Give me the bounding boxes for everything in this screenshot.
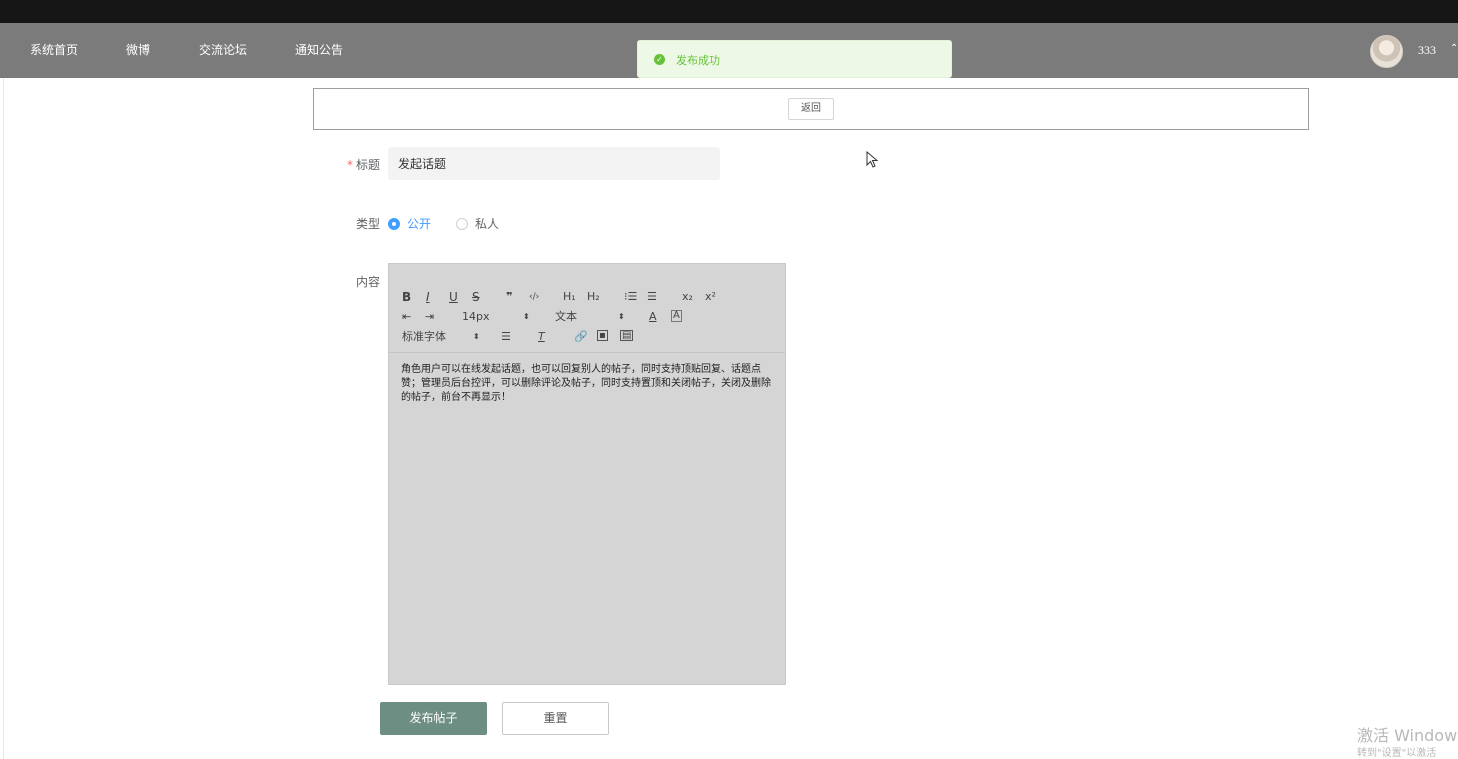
- content-label: 内容: [355, 275, 380, 289]
- outdent-icon[interactable]: ⇤: [402, 310, 411, 324]
- block-type-select[interactable]: 文本: [555, 310, 577, 324]
- activation-watermark-title: 激活 Window: [1357, 726, 1458, 745]
- back-button[interactable]: 返回: [788, 98, 834, 120]
- radio-private[interactable]: 私人: [456, 215, 500, 231]
- bullet-list-icon[interactable]: ☰: [647, 290, 657, 304]
- type-label: 类型: [355, 217, 380, 231]
- nav-item-notice[interactable]: 通知公告: [295, 41, 343, 58]
- page-left-border: [3, 78, 4, 759]
- subscript-icon[interactable]: x₂: [682, 290, 693, 304]
- check-circle-icon: ✓: [654, 54, 665, 65]
- nav-item-forum[interactable]: 交流论坛: [199, 41, 247, 58]
- radio-public[interactable]: 公开: [388, 215, 432, 231]
- font-color-icon[interactable]: A: [649, 310, 657, 324]
- title-label-text: 标题: [355, 158, 380, 172]
- video-icon[interactable]: ▤: [620, 330, 634, 341]
- chevron-up-icon[interactable]: ⌃: [1450, 43, 1458, 54]
- code-block-icon[interactable]: ‹/›: [529, 290, 539, 304]
- toast-message: 发布成功: [676, 54, 720, 67]
- align-icon[interactable]: ☰: [501, 330, 511, 344]
- blockquote-icon[interactable]: ❞: [506, 290, 512, 304]
- font-size-chevron-icon: ⬍: [523, 312, 530, 321]
- header-1-icon[interactable]: H₁: [563, 290, 576, 304]
- radio-public-label: 公开: [407, 217, 432, 231]
- ordered-list-icon[interactable]: ⁝☰: [624, 290, 637, 304]
- header-2-icon[interactable]: H₂: [587, 290, 600, 304]
- avatar[interactable]: [1370, 35, 1403, 68]
- rich-text-editor[interactable]: B I U S̶ ❞ ‹/› H₁ H₂ ⁝☰ ☰ x₂ x² ⇤ ⇥ 14px…: [388, 263, 786, 685]
- font-family-select[interactable]: 标准字体: [402, 330, 446, 344]
- font-size-value: 14px: [462, 310, 490, 323]
- radio-checked-icon: [388, 218, 400, 230]
- background-color-icon[interactable]: A: [671, 310, 682, 322]
- nav-item-weibo[interactable]: 微博: [126, 41, 150, 58]
- font-family-value: 标准字体: [402, 330, 446, 343]
- indent-icon[interactable]: ⇥: [425, 310, 434, 324]
- italic-icon[interactable]: I: [426, 290, 430, 304]
- window-top-strip: [0, 0, 1458, 23]
- font-size-select[interactable]: 14px: [462, 310, 490, 324]
- back-bar: 返回: [313, 88, 1309, 130]
- underline-icon[interactable]: U: [449, 290, 458, 304]
- editor-toolbar: B I U S̶ ❞ ‹/› H₁ H₂ ⁝☰ ☰ x₂ x² ⇤ ⇥ 14px…: [389, 280, 785, 353]
- success-toast: ✓ 发布成功: [637, 40, 952, 78]
- editor-content[interactable]: 角色用户可以在线发起话题，也可以回复别人的帖子，同时支持顶贴回复、话题点赞；管理…: [401, 363, 773, 405]
- title-input[interactable]: [388, 147, 720, 180]
- radio-private-label: 私人: [475, 217, 500, 231]
- image-icon[interactable]: ▪: [597, 330, 608, 341]
- clear-format-icon[interactable]: T: [538, 330, 545, 344]
- block-type-value: 文本: [555, 310, 577, 323]
- strike-icon[interactable]: S̶: [472, 290, 480, 304]
- title-label: * 标题: [320, 156, 380, 173]
- username[interactable]: 333: [1418, 43, 1436, 58]
- mouse-cursor-icon: [866, 151, 879, 168]
- bold-icon[interactable]: B: [402, 290, 411, 304]
- submit-post-button[interactable]: 发布帖子: [380, 702, 487, 735]
- activation-watermark-subtitle: 转到"设置"以激活: [1357, 748, 1437, 759]
- link-icon[interactable]: 🔗: [574, 330, 588, 344]
- nav-item-home[interactable]: 系统首页: [30, 41, 78, 58]
- reset-button[interactable]: 重置: [502, 702, 609, 735]
- superscript-icon[interactable]: x²: [705, 290, 716, 304]
- font-family-chevron-icon: ⬍: [473, 332, 480, 341]
- block-type-chevron-icon: ⬍: [618, 312, 625, 321]
- radio-unchecked-icon: [456, 218, 468, 230]
- required-mark: *: [346, 158, 353, 172]
